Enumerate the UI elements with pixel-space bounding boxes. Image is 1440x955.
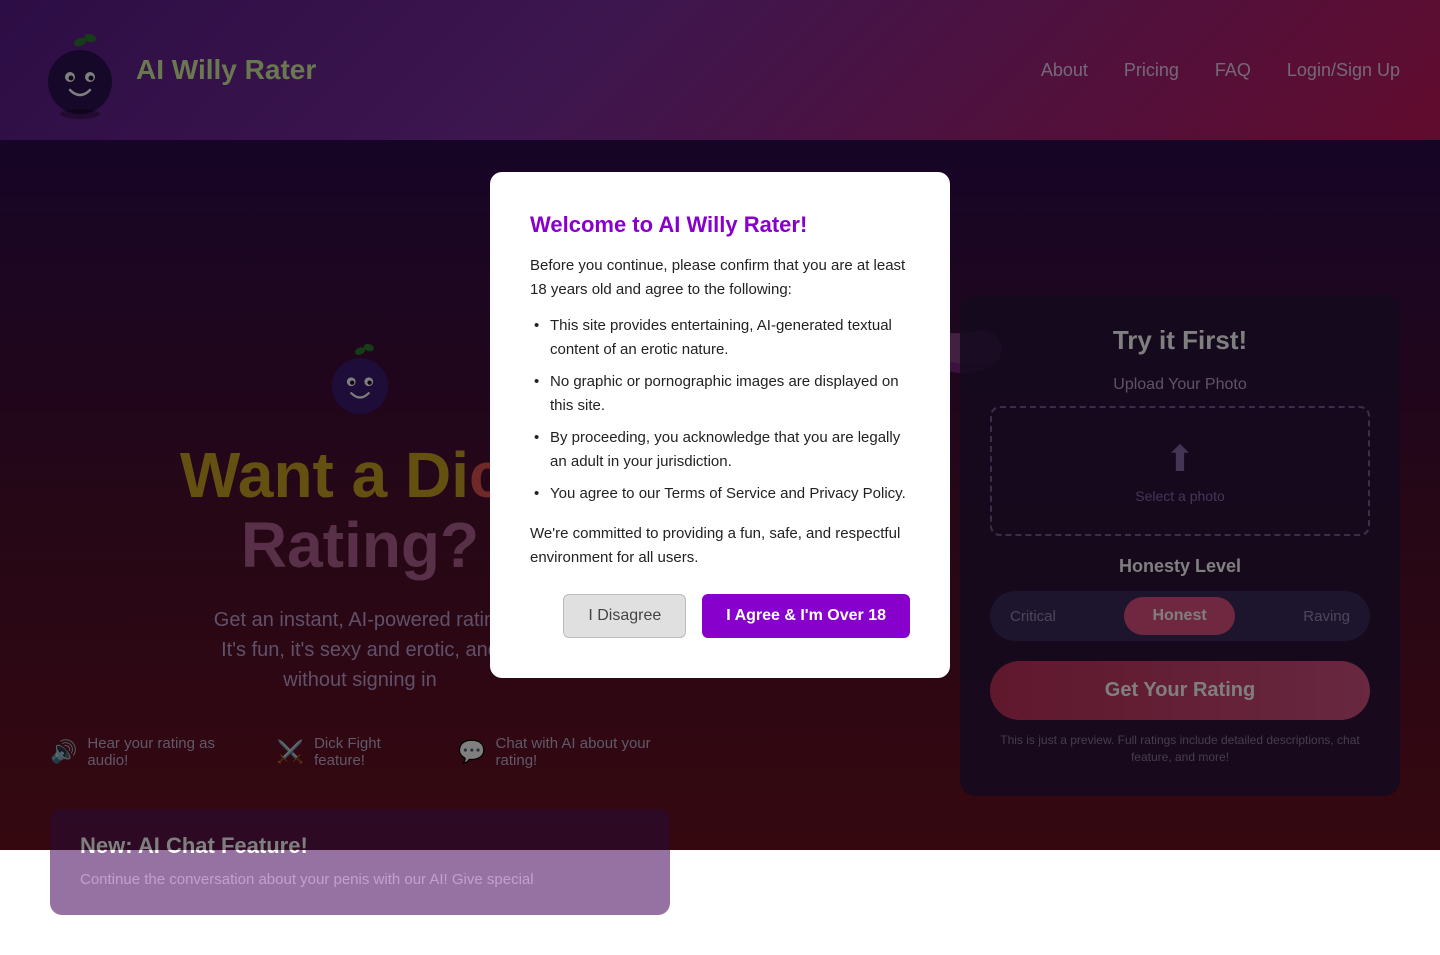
agree-button[interactable]: I Agree & I'm Over 18 xyxy=(702,594,910,638)
modal-point-3: By proceeding, you acknowledge that you … xyxy=(530,426,910,474)
modal-body: Before you continue, please confirm that… xyxy=(530,254,910,570)
modal-point-4: You agree to our Terms of Service and Pr… xyxy=(530,482,910,506)
new-feature-text: Continue the conversation about your pen… xyxy=(80,869,640,892)
modal-point-1: This site provides entertaining, AI-gene… xyxy=(530,314,910,362)
modal-footer: I Disagree I Agree & I'm Over 18 xyxy=(530,594,910,638)
modal-point-2: No graphic or pornographic images are di… xyxy=(530,370,910,418)
modal-points-list: This site provides entertaining, AI-gene… xyxy=(530,314,910,506)
modal-overlay: Welcome to AI Willy Rater! Before you co… xyxy=(0,0,1440,850)
modal-intro: Before you continue, please confirm that… xyxy=(530,254,910,302)
modal-title: Welcome to AI Willy Rater! xyxy=(530,212,910,238)
disagree-button[interactable]: I Disagree xyxy=(563,594,686,638)
modal-dialog: Welcome to AI Willy Rater! Before you co… xyxy=(490,172,950,678)
modal-commitment: We're committed to providing a fun, safe… xyxy=(530,522,910,570)
